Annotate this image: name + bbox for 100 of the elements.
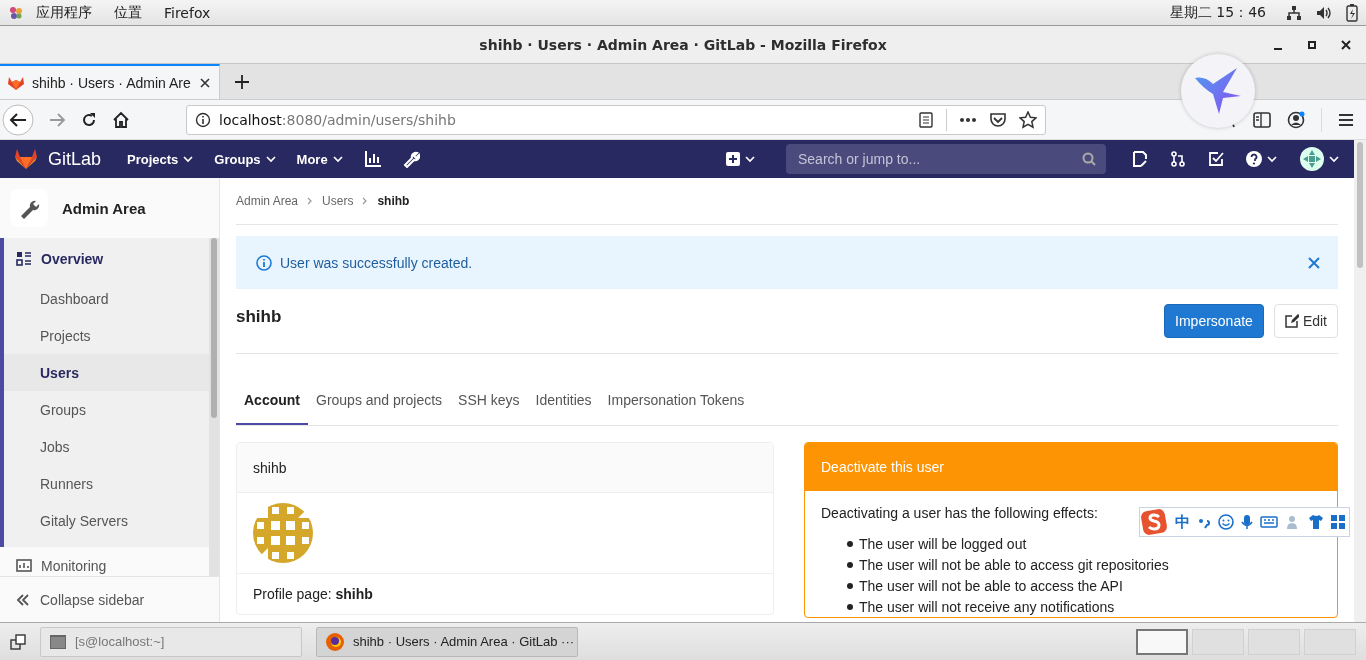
gitlab-logo[interactable]: GitLab	[14, 148, 102, 170]
nav-menu[interactable]: More	[296, 151, 344, 167]
sidebar-subitem[interactable]: Projects	[4, 317, 209, 354]
effect-text: The user will not be able to access git repositories	[859, 556, 1169, 573]
account-icon[interactable]	[1287, 110, 1305, 129]
monitor-icon	[16, 558, 32, 574]
close-icon[interactable]	[1340, 39, 1352, 51]
plus-square-icon	[726, 152, 740, 166]
pencil-square-icon	[1284, 314, 1299, 328]
bullet-icon	[847, 603, 853, 610]
back-icon[interactable]	[2, 103, 34, 136]
effect-text: The user will not receive any notifications	[859, 598, 1115, 615]
identicon-avatar-icon	[253, 503, 313, 563]
desktop-menu[interactable]: Firefox	[164, 4, 211, 21]
battery-icon[interactable]	[1346, 3, 1358, 22]
network-icon[interactable]	[1286, 4, 1302, 21]
bullet-icon	[847, 540, 853, 547]
workspace-switch[interactable]	[1136, 628, 1188, 655]
new-tab-icon[interactable]	[233, 73, 250, 90]
star-icon[interactable]	[1019, 110, 1037, 129]
todo-icon[interactable]	[1208, 151, 1224, 167]
close-icon[interactable]	[198, 76, 211, 89]
tab[interactable]: Account	[236, 376, 308, 425]
more-icon[interactable]	[959, 116, 977, 123]
show-desktop-icon[interactable]	[10, 633, 26, 650]
sidebar-subitem[interactable]: Dashboard	[4, 280, 209, 317]
address-bar[interactable]: localhost:8080/admin/users/shihb	[186, 104, 1046, 135]
smiley-icon[interactable]	[1218, 514, 1234, 530]
taskbar-window[interactable]: [s@localhost:~]	[40, 626, 302, 657]
tab[interactable]: Impersonation Tokens	[599, 376, 753, 425]
edit-button[interactable]: Edit	[1273, 304, 1338, 338]
wrench-icon[interactable]	[401, 150, 420, 168]
panel-title: Deactivate this user	[821, 459, 944, 475]
sidebar-title: Admin Area	[62, 199, 146, 217]
taskbar-window[interactable]: shihb · Users · Admin Area · GitLab ···	[316, 626, 578, 657]
chart-icon[interactable]	[363, 150, 382, 168]
brand-name: GitLab	[48, 148, 102, 170]
search-field[interactable]: Search or jump to...	[786, 144, 1106, 174]
menu-icon[interactable]	[1338, 112, 1354, 127]
forward-icon[interactable]	[48, 110, 66, 129]
clock[interactable]: 星期二 15：46	[1169, 3, 1266, 22]
sidebar-subitem[interactable]: Runners	[4, 465, 209, 502]
maximize-icon[interactable]	[1306, 39, 1318, 51]
scrollbar[interactable]	[1354, 140, 1366, 622]
url-text: localhost:8080/admin/users/shihb	[219, 111, 457, 128]
user-name: shihb	[253, 459, 287, 476]
caret-icon	[264, 153, 277, 165]
info-icon	[195, 111, 211, 128]
caret-icon	[331, 153, 344, 165]
s-logo-icon[interactable]	[1140, 508, 1168, 536]
panel-text: Deactivating a user has the following effects:	[821, 505, 1098, 521]
home-icon[interactable]	[112, 110, 130, 129]
firefox-icon	[325, 631, 345, 652]
sidebar-subitem[interactable]: Users	[4, 354, 209, 391]
sidebar-item[interactable]: Monitoring	[0, 547, 209, 576]
effect-text: The user will be logged out	[859, 535, 1027, 552]
user-menu[interactable]	[1300, 147, 1340, 171]
sidebar-subitem[interactable]: Groups	[4, 391, 209, 428]
impersonate-button[interactable]: Impersonate	[1164, 304, 1264, 338]
pocket-icon[interactable]	[989, 111, 1007, 128]
caret-icon	[744, 153, 756, 165]
nav-menu[interactable]: Projects	[127, 151, 195, 167]
breadcrumb[interactable]: Admin Area	[236, 194, 299, 208]
grid-list-icon	[16, 251, 32, 267]
keyboard-icon[interactable]	[1260, 515, 1278, 529]
sidebar-subitem[interactable]: Jobs	[4, 428, 209, 465]
info-icon	[256, 254, 272, 271]
sidebar-item[interactable]: Overview	[4, 238, 209, 280]
bullet-icon	[847, 582, 853, 589]
input-mode-toggle[interactable]: 中	[1175, 512, 1190, 532]
browser-tab[interactable]: shihb · Users · Admin Are	[0, 64, 220, 99]
bullet-icon	[847, 561, 853, 568]
grid-icon[interactable]	[1331, 515, 1345, 529]
sidebar-subitem[interactable]: Gitaly Servers	[4, 502, 209, 539]
sidebar-icon[interactable]	[1253, 111, 1271, 128]
terminal-icon	[49, 633, 67, 650]
shirt-icon[interactable]	[1308, 514, 1324, 530]
breadcrumb[interactable]: shihb	[377, 194, 410, 208]
caret-icon	[1328, 153, 1340, 165]
tab[interactable]: Identities	[527, 376, 600, 425]
user-heading: shihb	[236, 307, 282, 327]
new-dropdown[interactable]	[726, 152, 756, 166]
tanuki-logo-icon	[14, 148, 38, 170]
window-title: shihb · Users · Admin Area · GitLab - Mozilla Firefox	[479, 36, 887, 53]
desktop-menu[interactable]: 位置	[114, 3, 142, 22]
search-input[interactable]: Search or jump to...	[796, 150, 1082, 168]
caret-icon	[182, 153, 195, 165]
merge-request-icon[interactable]	[1170, 151, 1186, 167]
help-dropdown[interactable]	[1246, 151, 1278, 167]
breadcrumb[interactable]: Users	[322, 194, 354, 208]
caret-icon	[1266, 153, 1278, 165]
tab[interactable]: SSH keys	[450, 376, 528, 425]
reload-icon[interactable]	[80, 110, 98, 129]
reader-view-icon[interactable]	[918, 111, 934, 128]
desktop-menu[interactable]: 应用程序	[36, 3, 92, 22]
scrollbar[interactable]	[209, 238, 219, 576]
microphone-icon[interactable]	[1241, 514, 1253, 530]
apps-icon[interactable]	[8, 4, 24, 21]
nav-menu[interactable]: Groups	[214, 151, 277, 167]
tab[interactable]: Groups and projects	[308, 376, 451, 425]
